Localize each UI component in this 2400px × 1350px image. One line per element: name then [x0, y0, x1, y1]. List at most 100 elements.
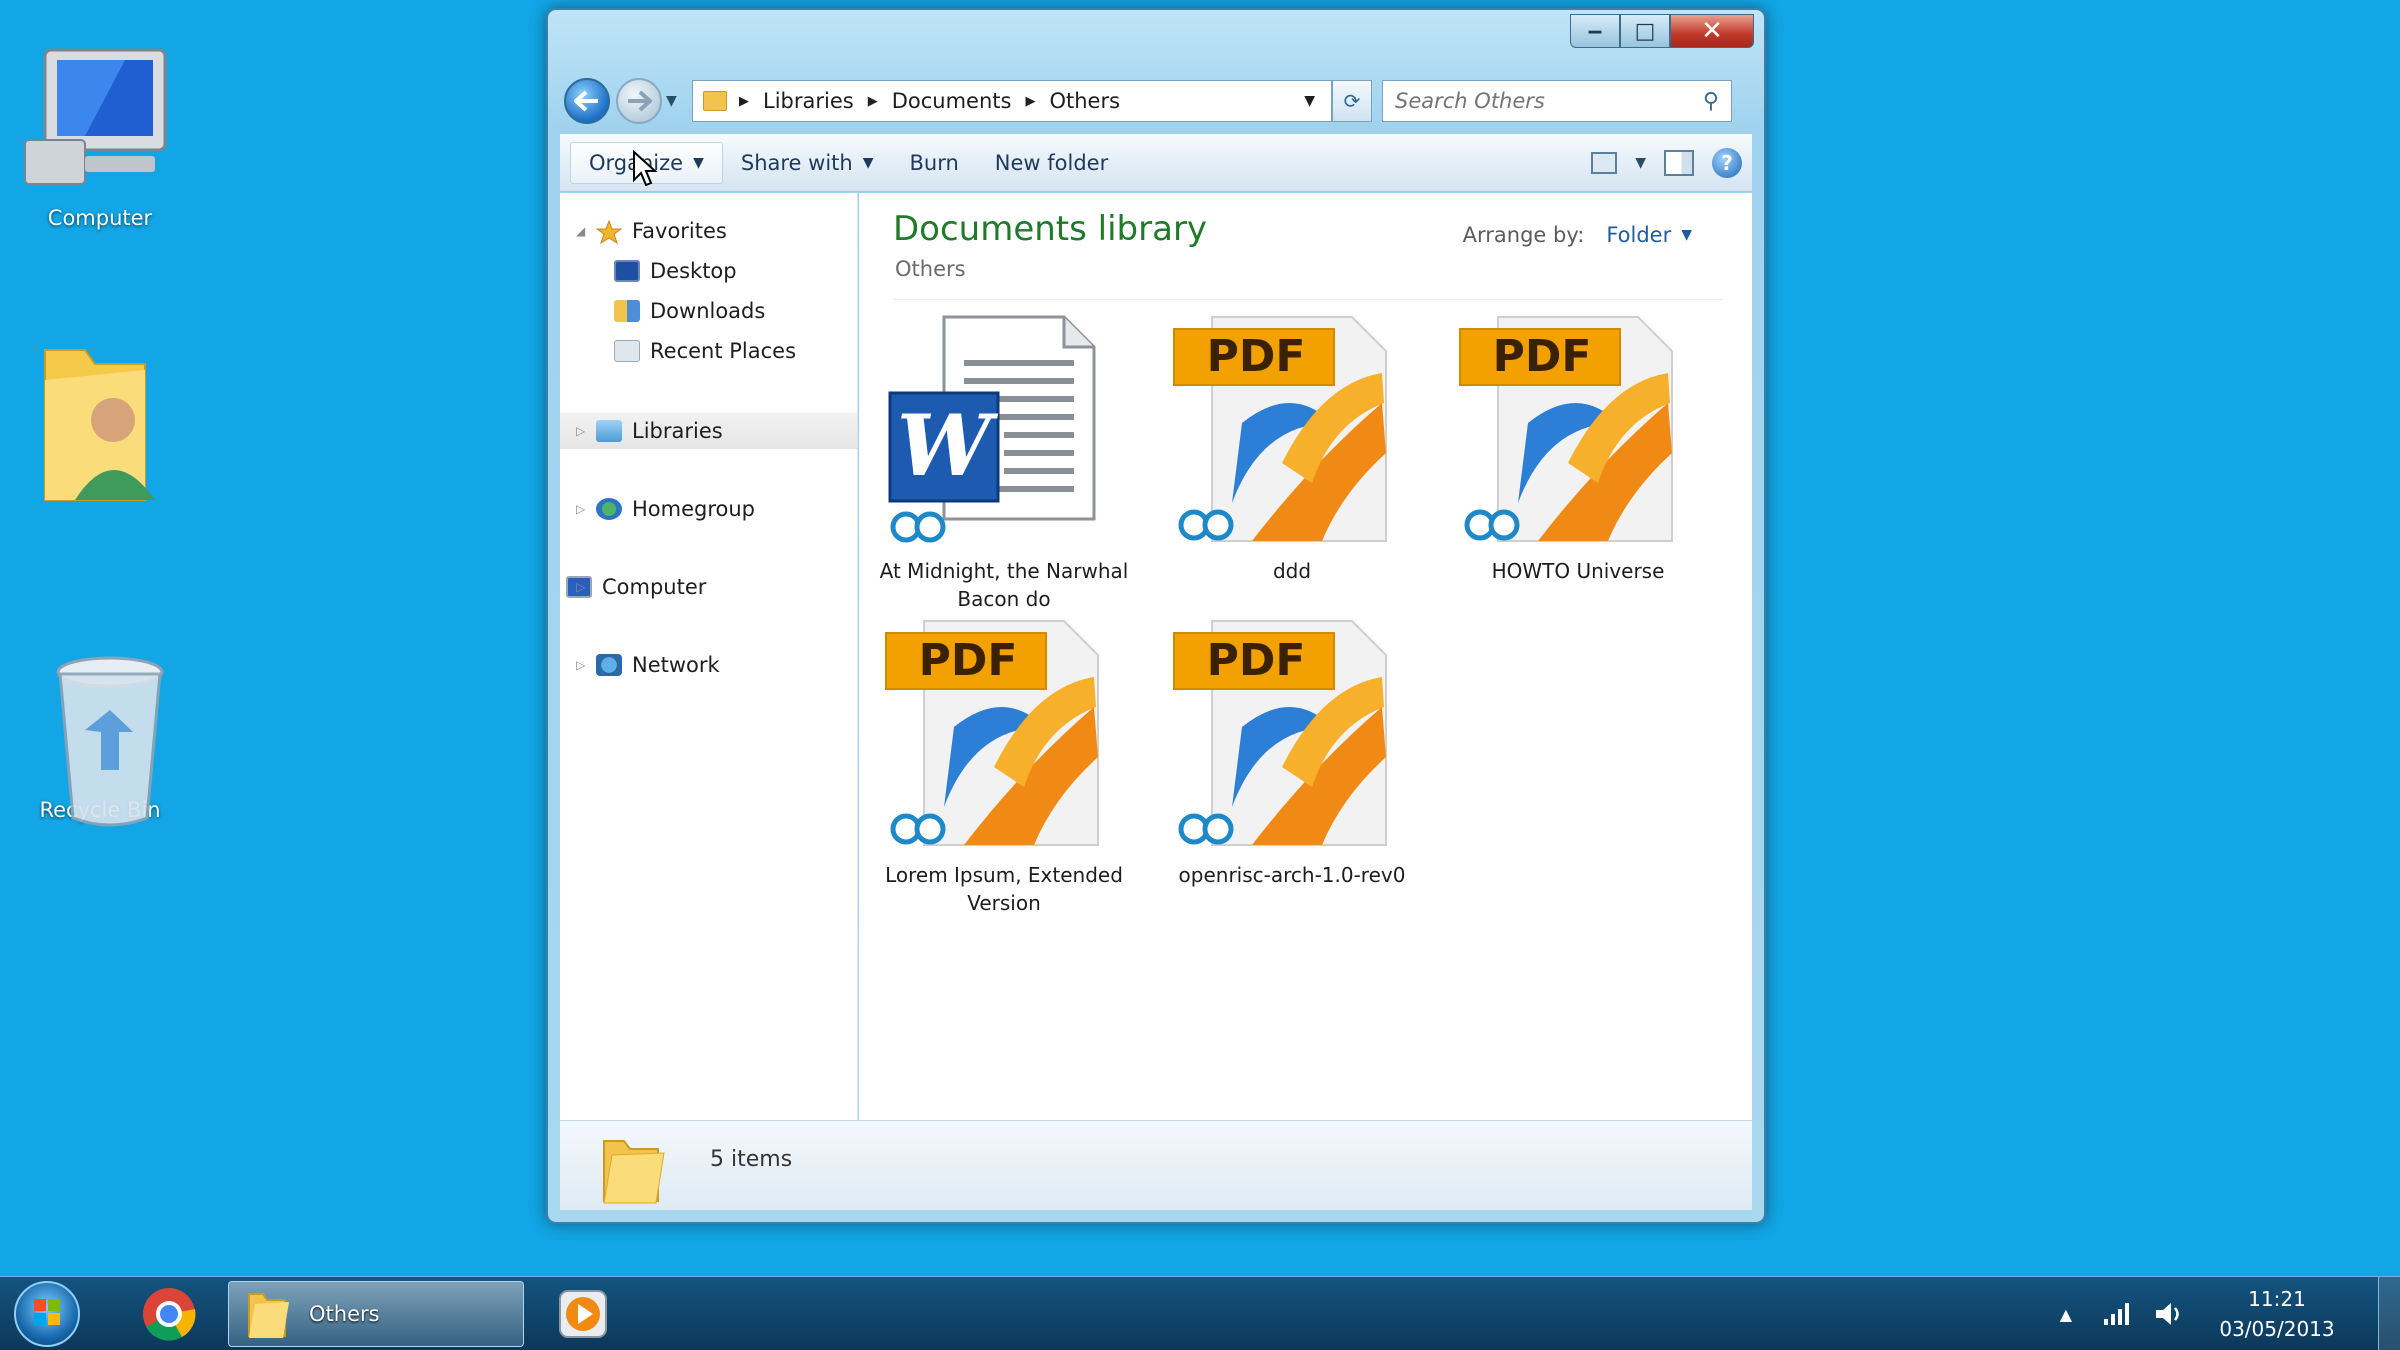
explorer-taskbar-button[interactable]: Others [228, 1281, 524, 1347]
item-count: 5 items [710, 1147, 793, 1172]
arrange-by: Arrange by: Folder ▼ [1463, 223, 1692, 247]
computer-icon [15, 40, 185, 200]
nav-item-libraries[interactable]: ▷ Libraries [560, 413, 857, 449]
clock[interactable]: 11:21 03/05/2013 [2212, 1284, 2342, 1344]
nav-item-computer[interactable]: ▷ Computer [560, 569, 857, 605]
system-tray: ▲ 11:21 03/05/2013 [2060, 1277, 2400, 1350]
pdf-badge: PDF [1206, 331, 1306, 382]
breadcrumb-arrow-icon[interactable]: ▶ [1025, 94, 1035, 109]
volume-icon[interactable] [2154, 1300, 2186, 1328]
homegroup-icon [596, 498, 622, 520]
expand-triangle-icon[interactable]: ▷ [576, 424, 590, 438]
desktop-icon [614, 260, 640, 282]
navigation-pane: ◢ Favorites Desktop Downloads Recent Pla… [560, 193, 858, 1120]
star-icon [595, 219, 623, 245]
forward-arrow-icon [628, 90, 652, 112]
preview-pane-icon[interactable] [1664, 149, 1694, 176]
nav-item-network[interactable]: ▷ Network [560, 647, 857, 683]
show-hidden-icons-icon[interactable]: ▲ [2060, 1305, 2072, 1324]
pdf-document-icon: PDF [1172, 617, 1412, 857]
chevron-down-icon[interactable]: ▼ [1681, 227, 1692, 243]
pdf-badge: PDF [1492, 331, 1592, 382]
file-name: Lorem Ipsum, Extended Version [885, 863, 1123, 915]
forward-button[interactable] [616, 78, 662, 124]
svg-text:W: W [897, 396, 999, 495]
clock-time: 11:21 [2248, 1287, 2306, 1311]
breadcrumb-label: Others [1049, 89, 1121, 113]
divider [893, 299, 1722, 300]
pdf-document-icon: PDF [1172, 313, 1412, 553]
refresh-button[interactable]: ⟳ [1332, 80, 1372, 122]
burn-button[interactable]: Burn [892, 143, 977, 183]
collapse-triangle-icon[interactable]: ◢ [576, 224, 590, 238]
file-item[interactable]: W At Midnight, the Narwhal Bacon do [879, 313, 1129, 613]
chevron-down-icon: ▼ [862, 154, 874, 171]
nav-item-label: Network [632, 653, 720, 677]
arrange-by-value[interactable]: Folder [1606, 223, 1671, 247]
refresh-icon: ⟳ [1343, 89, 1361, 113]
expand-triangle-icon[interactable]: ▷ [576, 658, 590, 672]
folder-icon [703, 91, 727, 111]
library-title: Documents library [893, 209, 1208, 249]
mouse-cursor-icon [633, 150, 658, 187]
chrome-taskbar-button[interactable] [134, 1281, 204, 1347]
nav-item-homegroup[interactable]: ▷ Homegroup [560, 491, 857, 527]
search-icon[interactable]: ⚲ [1703, 89, 1719, 114]
library-subtitle: Others [895, 257, 966, 281]
share-with-label: Share with [740, 150, 853, 175]
start-button[interactable] [14, 1281, 80, 1347]
file-name: openrisc-arch-1.0-rev0 [1178, 863, 1406, 887]
close-button[interactable]: ✕ [1670, 14, 1754, 48]
nav-item-recent-places[interactable]: Recent Places [560, 333, 857, 369]
breadcrumb-arrow-icon[interactable]: ▶ [868, 94, 878, 109]
breadcrumb-label: Libraries [763, 89, 854, 113]
nav-item-label: Recent Places [650, 339, 797, 363]
minimize-button[interactable]: ‒ [1570, 14, 1620, 48]
media-player-taskbar-button[interactable] [548, 1281, 618, 1347]
downloads-icon [614, 300, 640, 322]
breadcrumb-others[interactable]: Others [1049, 89, 1120, 113]
help-icon[interactable]: ? [1712, 147, 1742, 178]
recent-places-icon [614, 340, 640, 362]
share-with-button[interactable]: Share with ▼ [723, 143, 892, 183]
pdf-document-icon: PDF [1458, 313, 1698, 553]
folder-icon [603, 1140, 665, 1204]
caption-buttons: ‒ □ ✕ [1570, 14, 1754, 50]
nav-item-label: Desktop [650, 259, 737, 283]
breadcrumb-label: Documents [891, 89, 1012, 113]
address-dropdown-icon[interactable]: ▼ [1304, 93, 1315, 109]
taskbar: Others ▲ 11:21 03/05/2013 [0, 1276, 2400, 1350]
new-folder-button[interactable]: New folder [977, 143, 1126, 183]
file-item[interactable]: PDF HOWTO Universe [1453, 313, 1703, 585]
file-item[interactable]: PDF openrisc-arch-1.0-rev0 [1167, 617, 1417, 889]
search-input[interactable] [1395, 89, 1703, 113]
breadcrumb-documents[interactable]: Documents ▶ [892, 89, 1050, 113]
maximize-button[interactable]: □ [1620, 14, 1670, 48]
desktop-icon-user-folder[interactable]: demo [0, 330, 200, 501]
change-view-icon[interactable] [1591, 151, 1618, 174]
explorer-window[interactable]: ‒ □ ✕ ▼ ▶ Libraries ▶ Documents ▶ Others… [546, 8, 1766, 1224]
user-folder-icon [15, 330, 185, 501]
file-item[interactable]: PDF ddd [1167, 313, 1417, 585]
network-signal-icon[interactable] [2102, 1301, 2132, 1327]
folder-icon [248, 1293, 289, 1338]
recent-pages-dropdown[interactable]: ▼ [666, 93, 682, 109]
navigation-bar: ▼ ▶ Libraries ▶ Documents ▶ Others ▼ ⟳ ⚲ [564, 76, 1750, 126]
search-box[interactable]: ⚲ [1382, 80, 1732, 122]
breadcrumb-libraries[interactable]: Libraries ▶ [763, 89, 892, 113]
pdf-document-icon: PDF [884, 617, 1124, 857]
nav-item-desktop[interactable]: Desktop [560, 253, 857, 289]
nav-item-downloads[interactable]: Downloads [560, 293, 857, 329]
expand-triangle-icon[interactable]: ▷ [576, 580, 590, 594]
desktop-icon-computer[interactable]: Computer [0, 40, 200, 230]
expand-triangle-icon[interactable]: ▷ [576, 502, 590, 516]
view-options-dropdown-icon[interactable]: ▼ [1635, 155, 1646, 171]
show-desktop-button[interactable] [2378, 1277, 2400, 1350]
address-bar[interactable]: ▶ Libraries ▶ Documents ▶ Others ▼ [692, 80, 1332, 122]
pdf-badge: PDF [1206, 635, 1306, 686]
file-item[interactable]: PDF Lorem Ipsum, Extended Version [879, 617, 1129, 917]
desktop-icon-recycle-bin[interactable]: Recycle Bin [0, 650, 200, 827]
nav-item-favorites[interactable]: ◢ Favorites [560, 213, 857, 249]
details-pane: 5 items [560, 1120, 1752, 1210]
back-button[interactable] [564, 78, 610, 124]
